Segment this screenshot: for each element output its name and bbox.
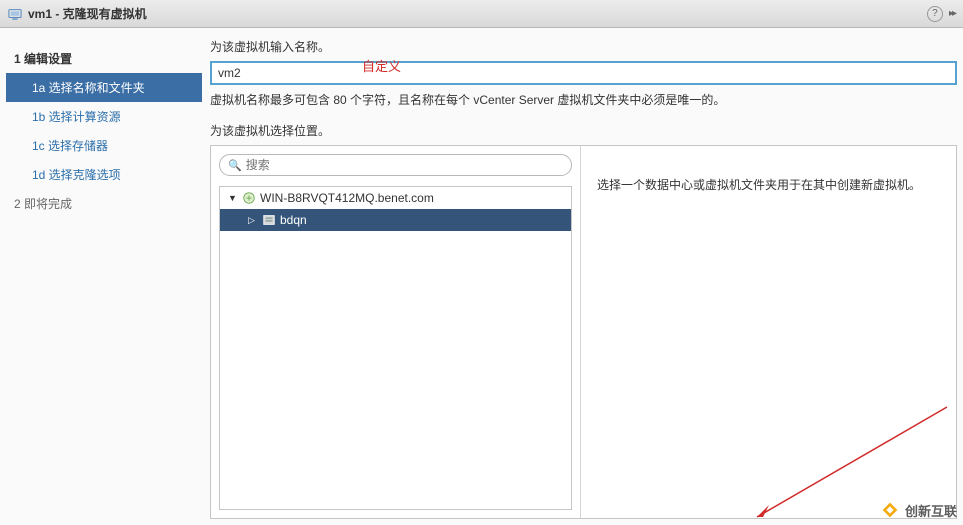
sidebar-item-storage[interactable]: 1c 选择存储器	[6, 131, 202, 160]
step-1-heading: 1 编辑设置	[6, 44, 202, 73]
tree-pane: 🔍 ▼ WIN-B8RVQT412MQ.benet.com ▷ bdqn	[211, 146, 581, 518]
expand-icon[interactable]: ▸▸	[949, 8, 955, 19]
sidebar-item-clone-options[interactable]: 1d 选择克隆选项	[6, 160, 202, 189]
tree: ▼ WIN-B8RVQT412MQ.benet.com ▷ bdqn	[219, 186, 572, 510]
vcenter-icon	[242, 191, 256, 205]
name-label: 为该虚拟机输入名称。	[210, 34, 957, 61]
desc-text: 选择一个数据中心或虚拟机文件夹用于在其中创建新虚拟机。	[597, 178, 921, 192]
search-icon: 🔍	[228, 159, 242, 172]
vm-icon	[8, 7, 22, 21]
window-title: vm1 - 克隆现有虚拟机	[28, 5, 927, 22]
titlebar: vm1 - 克隆现有虚拟机 ? ▸▸	[0, 0, 963, 28]
location-frame: 🔍 ▼ WIN-B8RVQT412MQ.benet.com ▷ bdqn	[210, 145, 957, 519]
tree-child[interactable]: ▷ bdqn	[220, 209, 571, 231]
tree-root-label: WIN-B8RVQT412MQ.benet.com	[260, 191, 434, 205]
wizard-sidebar: 1 编辑设置 1a 选择名称和文件夹 1b 选择计算资源 1c 选择存储器 1d…	[6, 34, 202, 519]
sidebar-item-compute[interactable]: 1b 选择计算资源	[6, 102, 202, 131]
help-icon[interactable]: ?	[927, 6, 943, 22]
chevron-down-icon[interactable]: ▼	[228, 193, 238, 203]
location-label: 为该虚拟机选择位置。	[210, 118, 957, 145]
watermark: 创新互联	[879, 499, 957, 521]
desc-pane: 选择一个数据中心或虚拟机文件夹用于在其中创建新虚拟机。	[581, 146, 956, 518]
content: 1 编辑设置 1a 选择名称和文件夹 1b 选择计算资源 1c 选择存储器 1d…	[0, 28, 963, 525]
chevron-right-icon[interactable]: ▷	[248, 215, 258, 226]
tree-child-label: bdqn	[280, 213, 307, 227]
step-2-heading: 2 即将完成	[6, 189, 202, 218]
tree-root[interactable]: ▼ WIN-B8RVQT412MQ.benet.com	[220, 187, 571, 209]
search-wrap: 🔍	[211, 146, 580, 180]
datacenter-icon	[262, 213, 276, 227]
search-box[interactable]: 🔍	[219, 154, 572, 176]
search-input[interactable]	[246, 158, 563, 172]
name-hint: 虚拟机名称最多可包含 80 个字符，且名称在每个 vCenter Server …	[210, 85, 957, 118]
vm-name-input[interactable]	[210, 61, 957, 85]
watermark-logo-icon	[879, 499, 901, 521]
watermark-text: 创新互联	[905, 501, 957, 520]
sidebar-item-name-folder[interactable]: 1a 选择名称和文件夹	[6, 73, 202, 102]
main-panel: 为该虚拟机输入名称。 自定义 虚拟机名称最多可包含 80 个字符，且名称在每个 …	[210, 34, 957, 519]
